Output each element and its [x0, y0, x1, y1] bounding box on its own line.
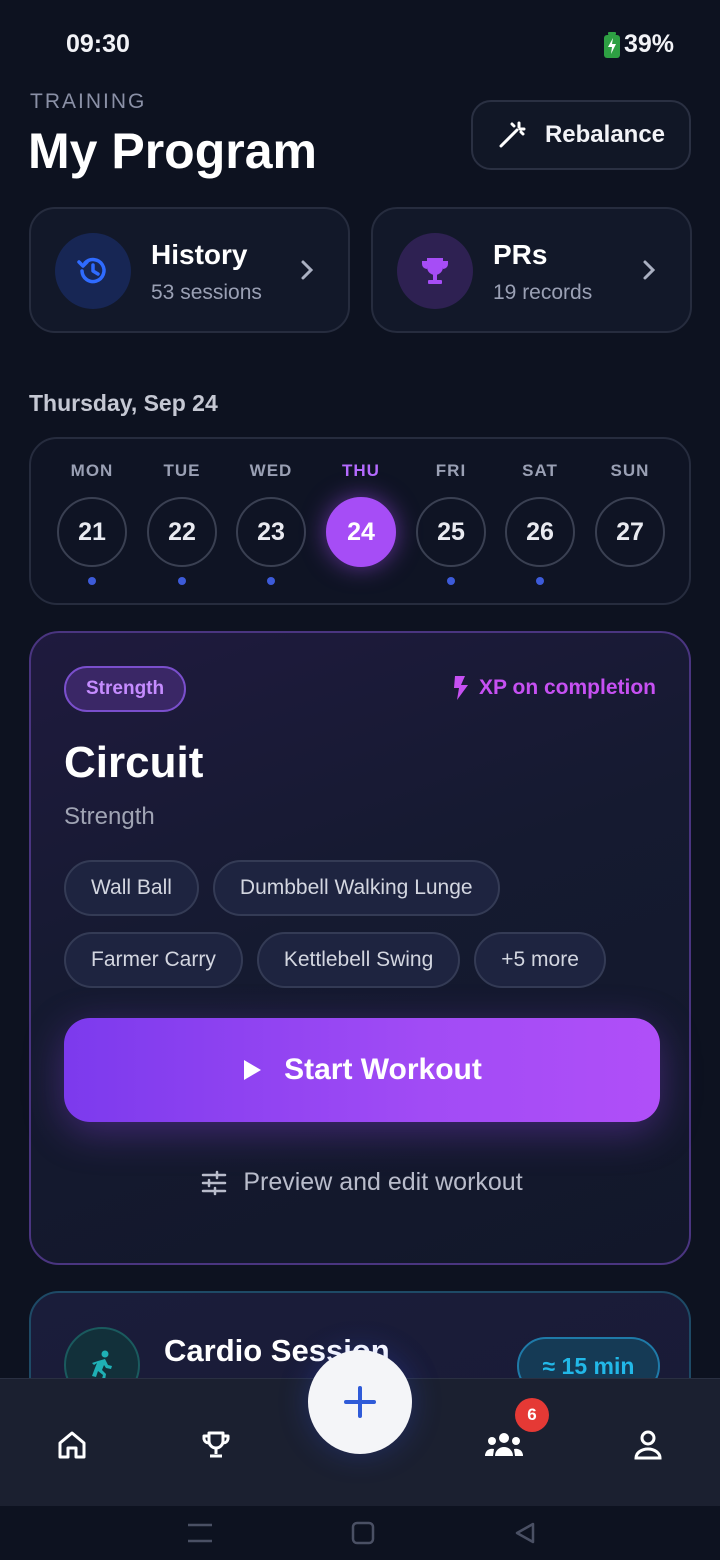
- workout-card: Strength XP on completion Circuit Streng…: [29, 631, 691, 1265]
- activity-dot: [536, 577, 544, 585]
- week-strip: MON 21 TUE 22 WED 23 THU 24 FRI 25 SAT 2…: [29, 437, 691, 605]
- prs-card[interactable]: PRs 19 records: [371, 207, 692, 333]
- day-tue[interactable]: TUE 22: [145, 439, 219, 607]
- nav-home[interactable]: [42, 1421, 102, 1469]
- current-date-label: Thursday, Sep 24: [29, 390, 218, 416]
- day-wed[interactable]: WED 23: [234, 439, 308, 607]
- start-workout-label: Start Workout: [284, 1053, 482, 1086]
- back-triangle-icon: [515, 1522, 535, 1544]
- magic-wand-icon: [499, 121, 526, 148]
- back-button[interactable]: [512, 1506, 538, 1560]
- preview-edit-label: Preview and edit workout: [243, 1168, 523, 1196]
- exercise-chip: Wall Ball: [64, 860, 199, 916]
- square-icon: [351, 1521, 375, 1545]
- xp-text: XP on completion: [479, 676, 656, 699]
- workout-title: Circuit: [64, 738, 204, 787]
- day-name: MON: [70, 461, 114, 480]
- prs-subtitle: 19 records: [493, 281, 593, 304]
- sliders-icon: [202, 1170, 227, 1195]
- menu-icon: [188, 1523, 212, 1543]
- workout-subtitle: Strength: [64, 803, 155, 830]
- section-eyebrow: TRAINING: [30, 90, 147, 113]
- day-name: SAT: [522, 461, 558, 480]
- preview-edit-link[interactable]: Preview and edit workout: [31, 1168, 693, 1197]
- add-button[interactable]: [308, 1350, 412, 1454]
- day-name: THU: [342, 461, 380, 480]
- rebalance-label: Rebalance: [544, 121, 666, 148]
- day-number: 22: [147, 497, 217, 567]
- workout-type-tag: Strength: [64, 666, 187, 712]
- nav-achievements[interactable]: [186, 1421, 246, 1469]
- lightning-icon: [454, 676, 469, 700]
- history-title: History: [151, 239, 248, 270]
- battery-indicator: 39%: [603, 30, 674, 59]
- history-card[interactable]: History 53 sessions: [29, 207, 350, 333]
- day-number: 25: [416, 497, 486, 567]
- status-bar: 09:30 39%: [0, 0, 720, 90]
- profile-icon: [634, 1430, 662, 1460]
- rebalance-button[interactable]: Rebalance: [471, 100, 691, 170]
- activity-dot: [88, 577, 96, 585]
- system-nav-bar: [0, 1506, 720, 1560]
- exercise-chip: Dumbbell Walking Lunge: [212, 860, 500, 916]
- xp-label: XP on completion: [453, 676, 656, 700]
- battery-charging-icon: [603, 31, 620, 58]
- day-name: SUN: [610, 461, 650, 480]
- day-sat[interactable]: SAT 26: [503, 439, 577, 607]
- home-icon: [58, 1431, 86, 1459]
- history-icon-circle: [55, 233, 131, 309]
- activity-dot: [447, 577, 455, 585]
- page-title: My Program: [28, 123, 317, 179]
- exercise-chip: Farmer Carry: [64, 932, 243, 988]
- group-icon: [484, 1433, 524, 1456]
- recents-button[interactable]: [185, 1506, 215, 1560]
- chevron-right-icon: [643, 260, 656, 280]
- day-number: 23: [236, 497, 306, 567]
- trophy-icon: [422, 258, 448, 284]
- day-fri[interactable]: FRI 25: [414, 439, 488, 607]
- more-exercises-chip[interactable]: +5 more: [474, 932, 606, 988]
- history-subtitle: 53 sessions: [151, 281, 262, 304]
- notification-badge: 6: [515, 1398, 549, 1432]
- chevron-right-icon: [301, 260, 314, 280]
- nav-profile[interactable]: [618, 1421, 678, 1469]
- day-number: 24: [326, 497, 396, 567]
- exercise-chips: Wall Ball Dumbbell Walking Lunge Farmer …: [64, 860, 664, 988]
- status-time: 09:30: [66, 30, 130, 58]
- prs-icon-circle: [397, 233, 473, 309]
- day-name: TUE: [163, 461, 201, 480]
- prs-title: PRs: [493, 239, 548, 270]
- day-sun[interactable]: SUN 27: [593, 439, 667, 607]
- plus-icon: [344, 1386, 376, 1418]
- day-number: 26: [505, 497, 575, 567]
- day-thu[interactable]: THU 24: [324, 439, 398, 607]
- exercise-chip: Kettlebell Swing: [256, 932, 461, 988]
- day-number: 21: [57, 497, 127, 567]
- day-name: WED: [249, 461, 293, 480]
- activity-dot: [267, 577, 275, 585]
- day-mon[interactable]: MON 21: [55, 439, 129, 607]
- history-icon: [77, 257, 106, 284]
- battery-percent: 39%: [623, 30, 674, 58]
- start-workout-button[interactable]: Start Workout: [64, 1018, 660, 1122]
- day-name: FRI: [435, 461, 467, 480]
- day-number: 27: [595, 497, 665, 567]
- home-button[interactable]: [350, 1506, 376, 1560]
- running-icon: [92, 1350, 112, 1380]
- play-icon: [244, 1060, 262, 1080]
- trophy-icon: [202, 1431, 230, 1458]
- activity-dot: [178, 577, 186, 585]
